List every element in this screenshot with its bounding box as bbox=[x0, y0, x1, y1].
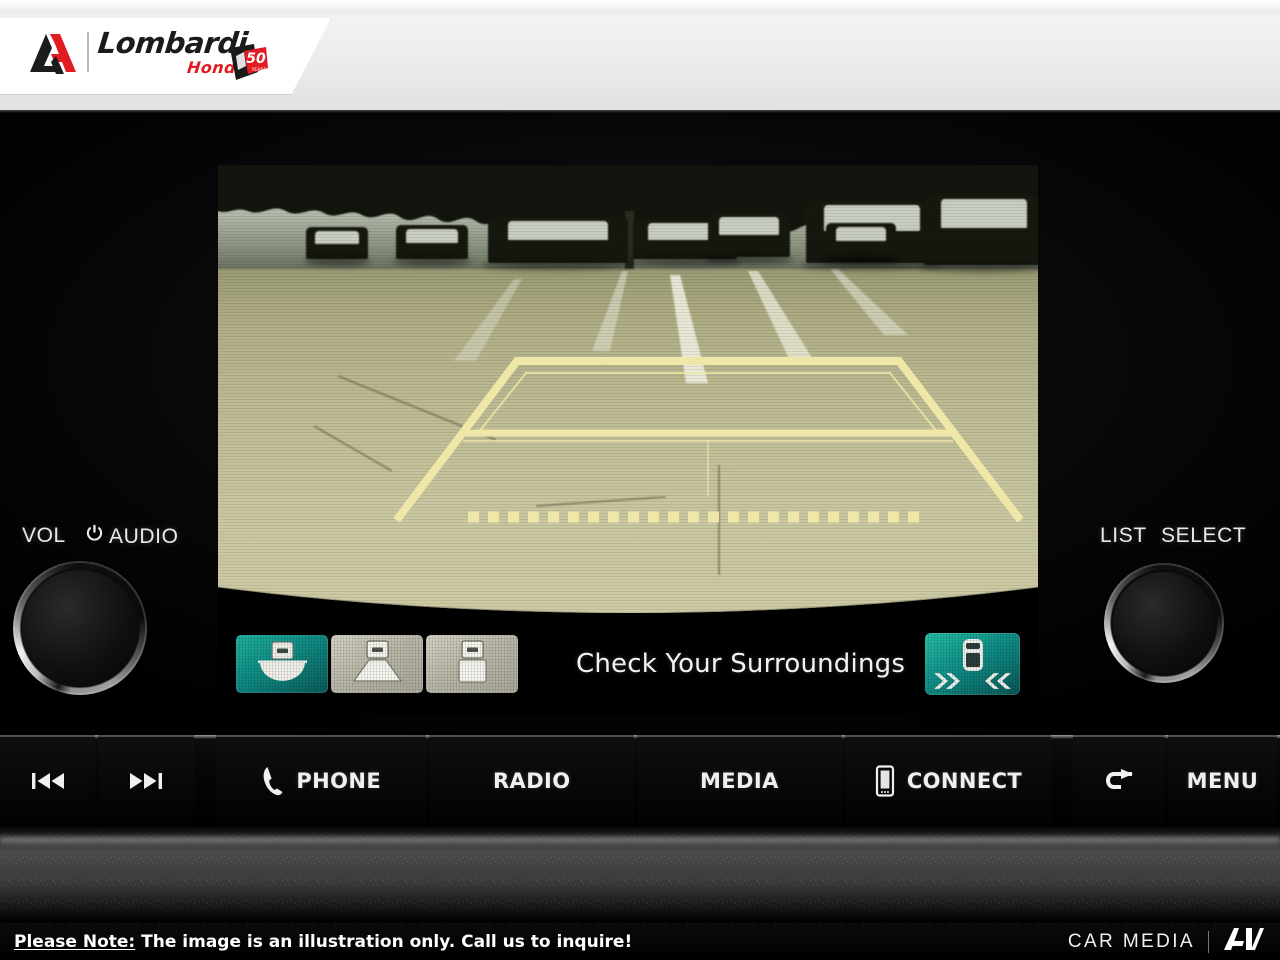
logo-divider bbox=[87, 32, 89, 72]
audio-label: AUDIO bbox=[109, 524, 179, 548]
vol-label: VOL bbox=[22, 524, 66, 547]
media-button[interactable]: MEDIA bbox=[637, 735, 842, 827]
dealer-banner: Lombardi Honda 50 YEARS bbox=[0, 0, 1280, 110]
skip-back-icon bbox=[29, 770, 67, 792]
disclaimer-note: Please Note: The image is an illustratio… bbox=[14, 932, 632, 952]
provider-brand: CAR MEDIA bbox=[1068, 926, 1266, 957]
smartphone-icon bbox=[874, 765, 896, 797]
media-button-label: MEDIA bbox=[700, 769, 779, 793]
radio-button-label: RADIO bbox=[492, 769, 571, 793]
menu-button[interactable]: MENU bbox=[1167, 735, 1277, 827]
display-control-bar: Check Your Surroundings bbox=[218, 613, 1038, 715]
dealer-logo-plate: Lombardi Honda 50 YEARS bbox=[0, 18, 331, 95]
camera-view-mode-group bbox=[236, 635, 518, 693]
hard-button-row: PHONE RADIO MEDIA CONNECT MENU bbox=[0, 735, 1280, 827]
cross-traffic-monitor-button[interactable] bbox=[925, 633, 1020, 695]
skip-forward-icon bbox=[127, 770, 165, 792]
screenshot-root: Lombardi Honda 50 YEARS Check Your Surro… bbox=[0, 0, 1280, 960]
brand-divider bbox=[1208, 930, 1209, 953]
select-label: SELECT bbox=[1161, 524, 1247, 547]
connect-button-label: CONNECT bbox=[906, 769, 1023, 793]
volume-power-knob[interactable] bbox=[22, 570, 138, 686]
radio-button[interactable]: RADIO bbox=[429, 735, 635, 827]
camera-view-button-wide[interactable] bbox=[236, 635, 328, 693]
prev-track-button[interactable] bbox=[0, 735, 96, 827]
back-button[interactable] bbox=[1073, 735, 1165, 827]
audio-label-group: AUDIO bbox=[85, 524, 179, 549]
phone-icon bbox=[261, 766, 285, 796]
phone-button-label: PHONE bbox=[296, 769, 382, 793]
connect-button[interactable]: CONNECT bbox=[844, 735, 1052, 827]
banner-highlight bbox=[0, 0, 1280, 14]
dealer-name: Lombardi bbox=[96, 25, 249, 60]
list-label: LIST bbox=[1100, 524, 1147, 547]
camera-view-button-normal[interactable] bbox=[331, 635, 423, 693]
lh-monogram-icon bbox=[26, 26, 78, 78]
menu-button-label: MENU bbox=[1186, 769, 1259, 793]
camera-view-button-topdown[interactable] bbox=[426, 635, 518, 693]
provider-brand-text: CAR MEDIA bbox=[1067, 930, 1195, 952]
phone-button[interactable]: PHONE bbox=[215, 735, 427, 827]
disclaimer-body: The image is an illustration only. Call … bbox=[135, 931, 633, 952]
infotainment-display[interactable]: Check Your Surroundings bbox=[218, 165, 1038, 715]
dashboard-trim bbox=[0, 827, 1280, 923]
svg-text:50: 50 bbox=[246, 51, 266, 67]
next-track-button[interactable] bbox=[98, 735, 194, 827]
rear-camera-view bbox=[218, 165, 1038, 613]
back-arrow-icon bbox=[1101, 768, 1137, 794]
head-unit-bezel: Check Your Surroundings VOL AUDIO LIST S… bbox=[0, 110, 1280, 735]
footer-bar: Please Note: The image is an illustratio… bbox=[0, 923, 1280, 960]
power-icon bbox=[85, 524, 104, 549]
svg-text:YEARS: YEARS bbox=[251, 67, 267, 73]
tune-select-knob[interactable] bbox=[1113, 572, 1215, 674]
anniversary-badge-icon: 50 YEARS bbox=[228, 42, 270, 82]
disclaimer-prefix: Please Note: bbox=[14, 931, 136, 952]
bezel-highlight bbox=[0, 110, 1280, 113]
dealer-brand: Honda bbox=[186, 57, 249, 77]
parking-guidelines bbox=[393, 357, 1024, 523]
av-logo-icon bbox=[1222, 926, 1266, 957]
